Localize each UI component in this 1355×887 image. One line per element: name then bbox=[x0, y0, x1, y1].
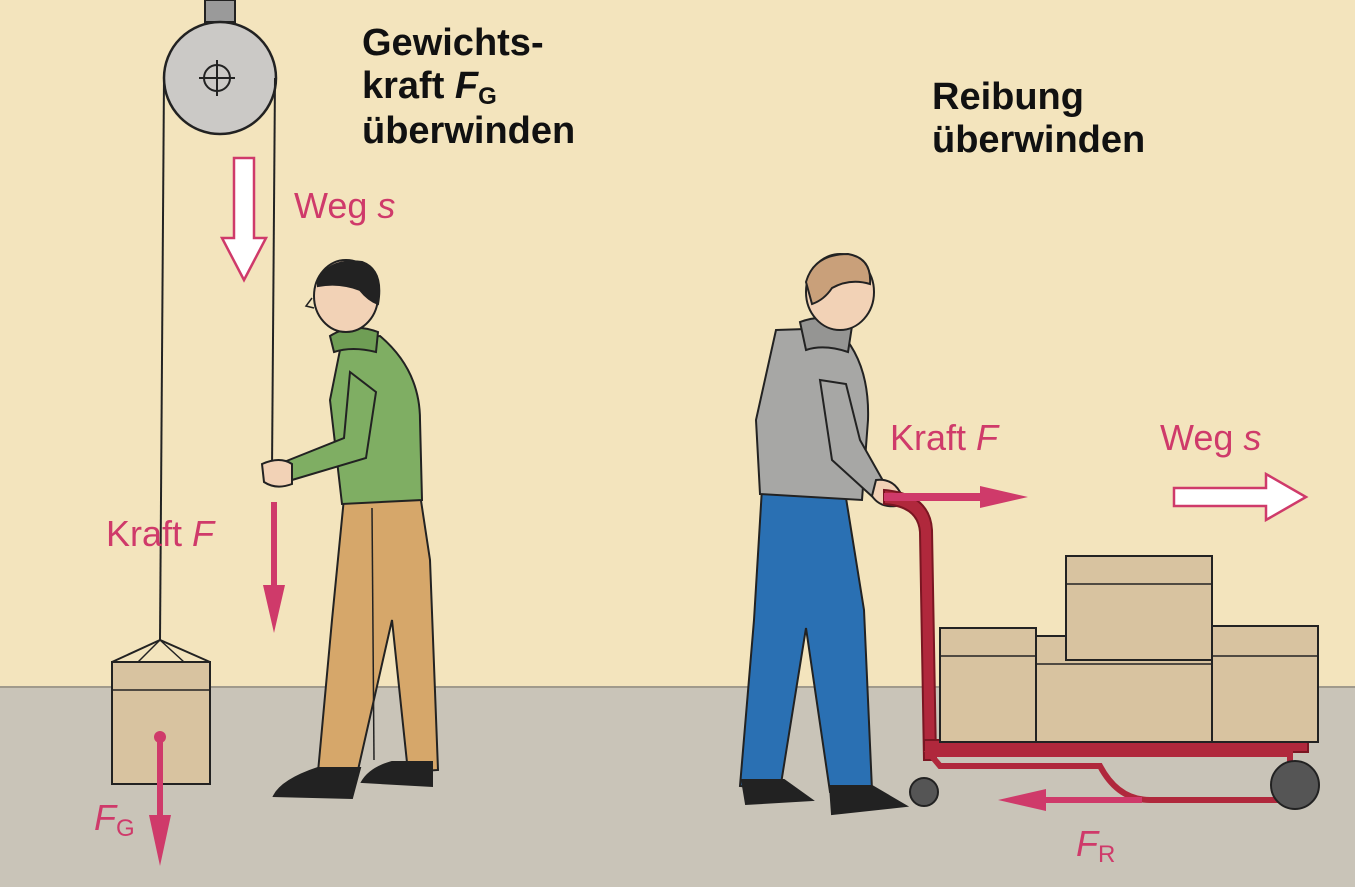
kraft-label-left: Kraft F bbox=[106, 513, 215, 554]
illustration bbox=[0, 0, 1355, 887]
kraft-right-symbol: F bbox=[976, 417, 999, 458]
kraft-right-word: Kraft bbox=[890, 417, 967, 458]
kraft-left-symbol: F bbox=[192, 513, 215, 554]
diagram-canvas: Gewichts- kraft FG überwinden Reibung üb… bbox=[0, 0, 1355, 887]
fr-label: FR bbox=[1076, 823, 1116, 869]
kraft-label-right: Kraft F bbox=[890, 417, 999, 458]
fg-label: FG bbox=[94, 797, 135, 843]
fg-subscript: G bbox=[116, 815, 135, 842]
left-heading: Gewichts- kraft FG überwinden bbox=[362, 22, 575, 153]
weg-right-word: Weg bbox=[1160, 417, 1234, 458]
right-heading: Reibung überwinden bbox=[932, 76, 1145, 161]
right-heading-line1: Reibung bbox=[932, 76, 1084, 118]
left-heading-line3: überwinden bbox=[362, 110, 576, 153]
weg-label-right: Weg s bbox=[1160, 417, 1262, 458]
left-heading-line2: kraft FG bbox=[362, 65, 575, 111]
weg-left-word: Weg bbox=[294, 185, 368, 226]
weg-left-symbol: s bbox=[377, 185, 396, 226]
kraft-left-word: Kraft bbox=[106, 513, 183, 554]
fg-symbol: F bbox=[94, 797, 116, 838]
right-heading-line2: überwinden bbox=[932, 118, 1146, 161]
fr-symbol: F bbox=[1076, 823, 1098, 864]
left-heading-subscript: G bbox=[478, 82, 497, 110]
fr-subscript: R bbox=[1098, 841, 1116, 868]
weg-label-left: Weg s bbox=[294, 185, 396, 226]
left-heading-kraft: kraft bbox=[362, 64, 455, 107]
left-heading-symbol: F bbox=[454, 64, 479, 107]
left-heading-line1: Gewichts- bbox=[362, 22, 544, 64]
weg-right-symbol: s bbox=[1243, 417, 1262, 458]
